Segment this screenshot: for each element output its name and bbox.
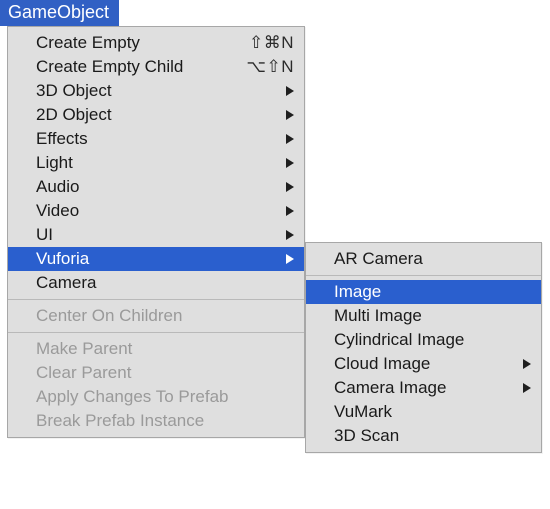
menu-item-cylindrical-image[interactable]: Cylindrical Image	[306, 328, 541, 352]
menu-item-label: 3D Object	[36, 81, 294, 101]
menu-item-label: Multi Image	[334, 306, 531, 326]
menu-item-label: Image	[334, 282, 531, 302]
submenu-arrow-icon	[286, 182, 294, 192]
submenu-arrow-icon	[286, 230, 294, 240]
menu-item-3d-scan[interactable]: 3D Scan	[306, 424, 541, 448]
menu-item-label: AR Camera	[334, 249, 531, 269]
submenu-arrow-icon	[286, 206, 294, 216]
menu-item-make-parent: Make Parent	[8, 337, 304, 361]
menu-item-label: Create Empty	[36, 33, 249, 53]
menu-item-label: VuMark	[334, 402, 531, 422]
menu-item-label: 2D Object	[36, 105, 294, 125]
submenu-arrow-icon	[286, 158, 294, 168]
menu-item-ar-camera[interactable]: AR Camera	[306, 247, 541, 271]
menu-item-label: Break Prefab Instance	[36, 411, 294, 431]
menu-item-shortcut: ⌥⇧N	[246, 57, 294, 77]
menu-item-video[interactable]: Video	[8, 199, 304, 223]
menu-item-label: Make Parent	[36, 339, 294, 359]
menu-item-effects[interactable]: Effects	[8, 127, 304, 151]
menu-item-label: Effects	[36, 129, 294, 149]
menu-item-apply-changes-to-prefab: Apply Changes To Prefab	[8, 385, 304, 409]
menu-item-label: Light	[36, 153, 294, 173]
menu-item-label: Clear Parent	[36, 363, 294, 383]
menu-item-ui[interactable]: UI	[8, 223, 304, 247]
menu-item-camera-image[interactable]: Camera Image	[306, 376, 541, 400]
menu-item-create-empty[interactable]: Create Empty⇧⌘N	[8, 31, 304, 55]
menu-item-label: Cloud Image	[334, 354, 531, 374]
menu-item-label: Cylindrical Image	[334, 330, 531, 350]
menu-item-3d-object[interactable]: 3D Object	[8, 79, 304, 103]
submenu-arrow-icon	[286, 86, 294, 96]
menu-item-create-empty-child[interactable]: Create Empty Child⌥⇧N	[8, 55, 304, 79]
menu-item-vumark[interactable]: VuMark	[306, 400, 541, 424]
menu-item-label: Camera Image	[334, 378, 531, 398]
menubar-title[interactable]: GameObject	[0, 0, 119, 26]
menu-item-label: Audio	[36, 177, 294, 197]
menu-item-image[interactable]: Image	[306, 280, 541, 304]
submenu-arrow-icon	[523, 359, 531, 369]
menu-item-clear-parent: Clear Parent	[8, 361, 304, 385]
menu-divider	[306, 275, 541, 276]
submenu-arrow-icon	[286, 134, 294, 144]
menu-item-shortcut: ⇧⌘N	[249, 33, 294, 53]
submenu-arrow-icon	[523, 383, 531, 393]
menu-item-break-prefab-instance: Break Prefab Instance	[8, 409, 304, 433]
menu-item-multi-image[interactable]: Multi Image	[306, 304, 541, 328]
menu-item-label: UI	[36, 225, 294, 245]
menu-item-audio[interactable]: Audio	[8, 175, 304, 199]
menu-item-center-on-children: Center On Children	[8, 304, 304, 328]
vuforia-submenu: AR Camera Image Multi Image Cylindrical Ima…	[305, 242, 542, 453]
menu-item-label: Apply Changes To Prefab	[36, 387, 294, 407]
gameobject-menu: Create Empty⇧⌘NCreate Empty Child⌥⇧N3D O…	[7, 26, 305, 438]
menu-item-light[interactable]: Light	[8, 151, 304, 175]
menu-item-label: Vuforia	[36, 249, 294, 269]
menu-item-vuforia[interactable]: Vuforia	[8, 247, 304, 271]
menu-divider	[8, 299, 304, 300]
submenu-arrow-icon	[286, 110, 294, 120]
menu-item-camera[interactable]: Camera	[8, 271, 304, 295]
menu-divider	[8, 332, 304, 333]
menu-item-label: Camera	[36, 273, 294, 293]
menu-item-label: Center On Children	[36, 306, 294, 326]
menu-item-label: Create Empty Child	[36, 57, 246, 77]
menu-item-2d-object[interactable]: 2D Object	[8, 103, 304, 127]
menu-item-cloud-image[interactable]: Cloud Image	[306, 352, 541, 376]
menu-item-label: 3D Scan	[334, 426, 531, 446]
menu-item-label: Video	[36, 201, 294, 221]
submenu-arrow-icon	[286, 254, 294, 264]
